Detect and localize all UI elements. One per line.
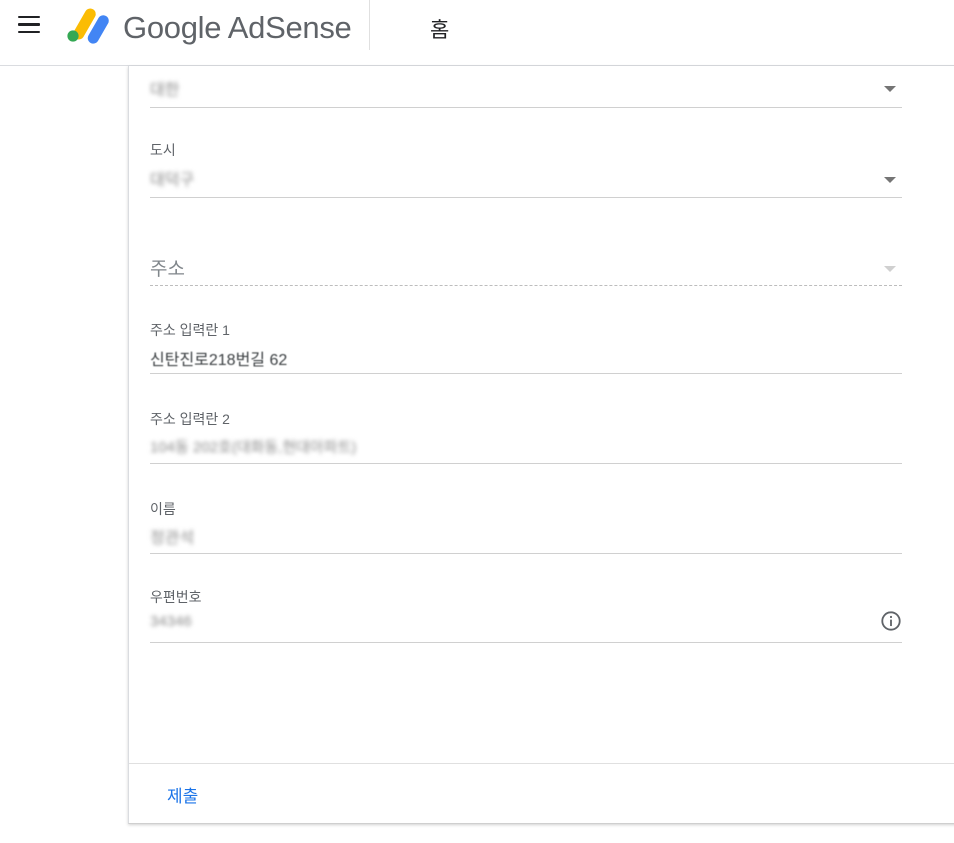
submit-button[interactable]: 제출 xyxy=(167,782,198,807)
menu-icon[interactable] xyxy=(16,16,42,36)
city-underline xyxy=(150,197,902,198)
address-line2-label: 주소 입력란 2 xyxy=(150,411,230,427)
address-underline xyxy=(150,285,902,286)
name-underline xyxy=(150,553,902,554)
city-value: 대덕구 xyxy=(150,172,195,189)
brand-name: Google AdSense xyxy=(123,10,352,45)
address-line2-input[interactable]: 104동 202호(대화동,현대아파트) xyxy=(150,436,356,457)
address-placeholder: 주소 xyxy=(150,259,185,280)
postal-code-field[interactable]: 우편번호 34346 xyxy=(150,585,902,643)
city-select[interactable]: 도시 대덕구 xyxy=(150,136,902,198)
address-line1-underline xyxy=(150,373,902,374)
header-divider xyxy=(369,0,370,50)
address-form-card: 대한 도시 대덕구 주소 주소 입력란 1 신탄진로218번길 62 주소 입력… xyxy=(128,66,954,824)
name-input[interactable]: 정관석 xyxy=(150,524,194,548)
address-line1-label: 주소 입력란 1 xyxy=(150,322,230,338)
info-icon[interactable] xyxy=(880,610,902,632)
country-select[interactable]: 대한 xyxy=(150,66,902,108)
postal-code-label: 우편번호 xyxy=(150,589,202,605)
address-dropdown-icon[interactable] xyxy=(884,266,896,272)
page-title: 홈 xyxy=(430,19,450,42)
address-select[interactable]: 주소 xyxy=(150,246,902,286)
postal-code-input[interactable]: 34346 xyxy=(150,613,192,630)
card-footer-divider xyxy=(129,763,954,764)
address-line2-underline xyxy=(150,463,902,464)
country-underline xyxy=(150,107,902,108)
name-field[interactable]: 이름 정관석 xyxy=(150,496,902,554)
top-bar: Google AdSense 홈 xyxy=(0,0,954,66)
city-label: 도시 xyxy=(150,142,176,158)
adsense-logo-icon xyxy=(67,8,109,44)
address-line1-field[interactable]: 주소 입력란 1 신탄진로218번길 62 xyxy=(150,316,902,374)
name-label: 이름 xyxy=(150,501,176,517)
country-value: 대한 xyxy=(150,82,180,99)
address-line2-field[interactable]: 주소 입력란 2 104동 202호(대화동,현대아파트) xyxy=(150,406,902,464)
postal-code-underline xyxy=(150,642,902,643)
country-dropdown-icon[interactable] xyxy=(884,86,896,92)
city-dropdown-icon[interactable] xyxy=(884,177,896,183)
address-line1-input[interactable]: 신탄진로218번길 62 xyxy=(150,346,287,370)
